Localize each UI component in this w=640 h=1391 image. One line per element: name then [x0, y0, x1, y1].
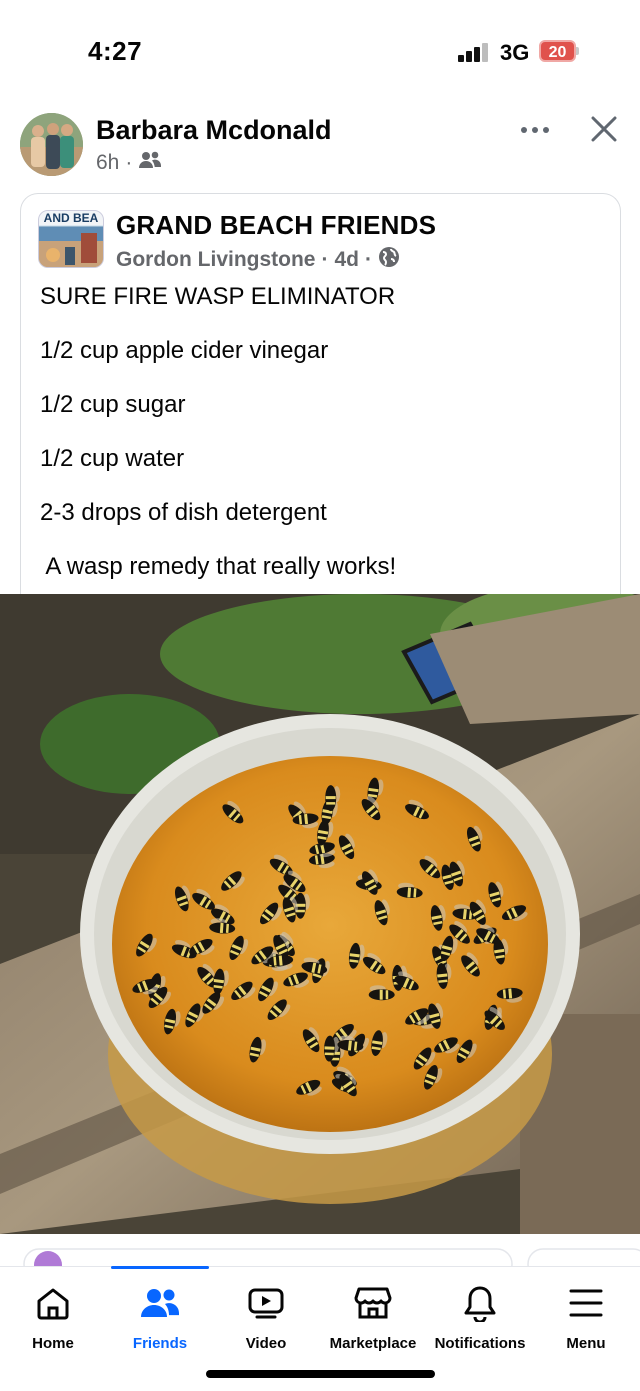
- post-text-line: 1/2 cup sugar: [40, 391, 186, 418]
- home-indicator[interactable]: [206, 1370, 435, 1378]
- post-header: Barbara Mcdonald 6h ·: [0, 105, 640, 185]
- bell-icon: [460, 1283, 500, 1323]
- nav-label-marketplace: Marketplace: [329, 1335, 417, 1352]
- nav-label-video: Video: [245, 1335, 287, 1352]
- group-avatar[interactable]: AND BEA: [38, 210, 104, 268]
- more-options-icon[interactable]: [520, 119, 550, 139]
- post-text-line: 1/2 cup water: [40, 445, 185, 472]
- post-body: SURE FIRE WASP ELIMINATOR 1/2 cup apple …: [40, 282, 600, 606]
- battery-icon: 20: [539, 40, 579, 62]
- close-icon[interactable]: [590, 115, 618, 143]
- shared-time: 4d: [334, 248, 360, 271]
- marketplace-icon: [353, 1283, 393, 1323]
- group-name[interactable]: GRAND BEACH FRIENDS: [116, 210, 436, 241]
- signal-icon: [458, 42, 492, 62]
- friends-icon: [140, 1283, 180, 1323]
- network-type: 3G: [500, 40, 530, 65]
- status-time: 4:27: [88, 36, 143, 66]
- menu-icon: [566, 1283, 606, 1323]
- home-icon: [33, 1283, 73, 1323]
- meta-separator: ·: [365, 248, 373, 271]
- globe-icon: [378, 246, 400, 274]
- post-meta: 6h ·: [96, 150, 162, 176]
- nav-notifications[interactable]: Notifications: [428, 1267, 532, 1367]
- post-photo[interactable]: [0, 594, 640, 1234]
- shared-post-meta: Gordon Livingstone · 4d ·: [116, 246, 400, 274]
- friends-icon: [138, 150, 162, 176]
- next-post-peek: [0, 1237, 640, 1280]
- nav-marketplace[interactable]: Marketplace: [322, 1267, 424, 1367]
- status-bar: 4:27 3G 20: [0, 0, 640, 100]
- author-avatar[interactable]: [20, 113, 83, 176]
- shared-author[interactable]: Gordon Livingstone: [116, 248, 316, 272]
- nav-video[interactable]: Video: [226, 1267, 306, 1367]
- meta-separator: ·: [125, 151, 133, 174]
- meta-separator: ·: [321, 248, 329, 271]
- nav-label-home: Home: [32, 1335, 74, 1352]
- post-text-line: 1/2 cup apple cider vinegar: [40, 337, 329, 364]
- post-time: 6h: [96, 151, 120, 174]
- post-text-line: 2-3 drops of dish detergent: [40, 499, 327, 526]
- nav-label-menu: Menu: [566, 1335, 606, 1352]
- author-name[interactable]: Barbara Mcdonald: [96, 115, 332, 146]
- video-icon: [246, 1283, 286, 1323]
- post-text-line: SURE FIRE WASP ELIMINATOR: [40, 283, 396, 310]
- nav-friends[interactable]: Friends: [120, 1267, 200, 1367]
- nav-label-friends: Friends: [132, 1335, 188, 1352]
- nav-label-notifications: Notifications: [434, 1335, 526, 1352]
- shared-post-card[interactable]: AND BEA GRAND BEACH FRIENDS Gordon Livin…: [20, 193, 621, 613]
- nav-home[interactable]: Home: [14, 1267, 92, 1367]
- battery-level: 20: [539, 40, 576, 62]
- nav-menu[interactable]: Menu: [548, 1267, 624, 1367]
